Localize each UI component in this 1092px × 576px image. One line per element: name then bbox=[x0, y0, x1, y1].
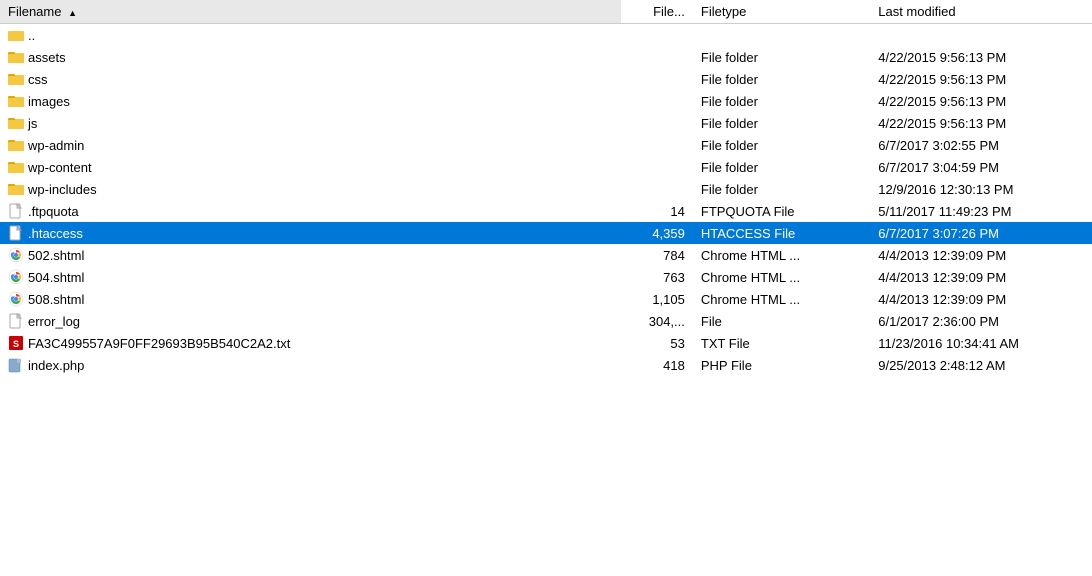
cell-filetype: File folder bbox=[693, 178, 870, 200]
cell-filetype: PHP File bbox=[693, 354, 870, 376]
col-size-label: File... bbox=[653, 4, 685, 19]
col-header-modified[interactable]: Last modified bbox=[870, 0, 1092, 24]
table-row[interactable]: 502.shtml784Chrome HTML ...4/4/2013 12:3… bbox=[0, 244, 1092, 266]
cell-filetype: HTACCESS File bbox=[693, 222, 870, 244]
table-row[interactable]: 508.shtml1,105Chrome HTML ...4/4/2013 12… bbox=[0, 288, 1092, 310]
cell-filename: js bbox=[0, 112, 621, 134]
cell-size: 418 bbox=[621, 354, 693, 376]
cell-filename: wp-content bbox=[0, 156, 621, 178]
cell-modified bbox=[870, 24, 1092, 47]
cell-size bbox=[621, 46, 693, 68]
table-row[interactable]: images File folder4/22/2015 9:56:13 PM bbox=[0, 90, 1092, 112]
cell-size bbox=[621, 90, 693, 112]
table-row[interactable]: 504.shtml763Chrome HTML ...4/4/2013 12:3… bbox=[0, 266, 1092, 288]
cell-modified: 4/22/2015 9:56:13 PM bbox=[870, 46, 1092, 68]
cell-filename: .htaccess bbox=[0, 222, 621, 244]
cell-modified: 9/25/2013 2:48:12 AM bbox=[870, 354, 1092, 376]
col-modified-label: Last modified bbox=[878, 4, 955, 19]
cell-modified: 4/4/2013 12:39:09 PM bbox=[870, 266, 1092, 288]
cell-size: 53 bbox=[621, 332, 693, 354]
cell-filetype: File bbox=[693, 310, 870, 332]
cell-filetype: File folder bbox=[693, 134, 870, 156]
cell-size bbox=[621, 112, 693, 134]
cell-filename: wp-admin bbox=[0, 134, 621, 156]
cell-size bbox=[621, 24, 693, 47]
cell-filetype: File folder bbox=[693, 112, 870, 134]
cell-size: 304,... bbox=[621, 310, 693, 332]
col-header-filename[interactable]: Filename ▲ bbox=[0, 0, 621, 24]
svg-text:S: S bbox=[13, 339, 19, 349]
cell-modified: 4/22/2015 9:56:13 PM bbox=[870, 68, 1092, 90]
col-header-size[interactable]: File... bbox=[621, 0, 693, 24]
cell-modified: 5/11/2017 11:49:23 PM bbox=[870, 200, 1092, 222]
cell-filetype: TXT File bbox=[693, 332, 870, 354]
cell-size: 14 bbox=[621, 200, 693, 222]
table-row[interactable]: wp-content File folder6/7/2017 3:04:59 PM bbox=[0, 156, 1092, 178]
cell-size bbox=[621, 68, 693, 90]
cell-filetype: Chrome HTML ... bbox=[693, 266, 870, 288]
table-row[interactable]: index.php418PHP File9/25/2013 2:48:12 AM bbox=[0, 354, 1092, 376]
cell-filename: css bbox=[0, 68, 621, 90]
cell-size bbox=[621, 134, 693, 156]
col-filetype-label: Filetype bbox=[701, 4, 747, 19]
cell-filetype: Chrome HTML ... bbox=[693, 288, 870, 310]
table-row[interactable]: .ftpquota14FTPQUOTA File5/11/2017 11:49:… bbox=[0, 200, 1092, 222]
cell-size: 763 bbox=[621, 266, 693, 288]
cell-filename: 504.shtml bbox=[0, 266, 621, 288]
cell-filename: images bbox=[0, 90, 621, 112]
cell-modified: 6/7/2017 3:04:59 PM bbox=[870, 156, 1092, 178]
cell-filename: .. bbox=[0, 24, 621, 47]
table-row[interactable]: .. bbox=[0, 24, 1092, 47]
cell-modified: 6/7/2017 3:07:26 PM bbox=[870, 222, 1092, 244]
cell-filename: assets bbox=[0, 46, 621, 68]
cell-filename: 508.shtml bbox=[0, 288, 621, 310]
cell-filetype: File folder bbox=[693, 68, 870, 90]
cell-filetype: Chrome HTML ... bbox=[693, 244, 870, 266]
cell-filename: S FA3C499557A9F0FF29693B95B540C2A2.txt bbox=[0, 332, 621, 354]
table-row[interactable]: error_log304,...File6/1/2017 2:36:00 PM bbox=[0, 310, 1092, 332]
cell-modified: 12/9/2016 12:30:13 PM bbox=[870, 178, 1092, 200]
sort-indicator: ▲ bbox=[68, 8, 77, 18]
table-row[interactable]: .htaccess4,359HTACCESS File6/7/2017 3:07… bbox=[0, 222, 1092, 244]
cell-modified: 4/22/2015 9:56:13 PM bbox=[870, 90, 1092, 112]
col-header-filetype[interactable]: Filetype bbox=[693, 0, 870, 24]
table-row[interactable]: js File folder4/22/2015 9:56:13 PM bbox=[0, 112, 1092, 134]
cell-size bbox=[621, 156, 693, 178]
cell-modified: 4/22/2015 9:56:13 PM bbox=[870, 112, 1092, 134]
cell-filename: .ftpquota bbox=[0, 200, 621, 222]
cell-filename: index.php bbox=[0, 354, 621, 376]
cell-filetype: File folder bbox=[693, 90, 870, 112]
cell-filetype: FTPQUOTA File bbox=[693, 200, 870, 222]
col-filename-label: Filename bbox=[8, 4, 61, 19]
cell-modified: 6/7/2017 3:02:55 PM bbox=[870, 134, 1092, 156]
cell-filename: error_log bbox=[0, 310, 621, 332]
cell-modified: 11/23/2016 10:34:41 AM bbox=[870, 332, 1092, 354]
cell-filetype: File folder bbox=[693, 46, 870, 68]
cell-filetype: File folder bbox=[693, 156, 870, 178]
table-row[interactable]: S FA3C499557A9F0FF29693B95B540C2A2.txt53… bbox=[0, 332, 1092, 354]
cell-size: 784 bbox=[621, 244, 693, 266]
cell-modified: 6/1/2017 2:36:00 PM bbox=[870, 310, 1092, 332]
cell-filetype bbox=[693, 24, 870, 47]
cell-size: 1,105 bbox=[621, 288, 693, 310]
table-row[interactable]: assets File folder4/22/2015 9:56:13 PM bbox=[0, 46, 1092, 68]
cell-filename: wp-includes bbox=[0, 178, 621, 200]
cell-modified: 4/4/2013 12:39:09 PM bbox=[870, 288, 1092, 310]
cell-filename: 502.shtml bbox=[0, 244, 621, 266]
table-row[interactable]: wp-includes File folder12/9/2016 12:30:13… bbox=[0, 178, 1092, 200]
table-row[interactable]: css File folder4/22/2015 9:56:13 PM bbox=[0, 68, 1092, 90]
cell-size bbox=[621, 178, 693, 200]
cell-size: 4,359 bbox=[621, 222, 693, 244]
table-row[interactable]: wp-admin File folder6/7/2017 3:02:55 PM bbox=[0, 134, 1092, 156]
cell-modified: 4/4/2013 12:39:09 PM bbox=[870, 244, 1092, 266]
file-list[interactable]: Filename ▲ File... Filetype Last modifie… bbox=[0, 0, 1092, 576]
